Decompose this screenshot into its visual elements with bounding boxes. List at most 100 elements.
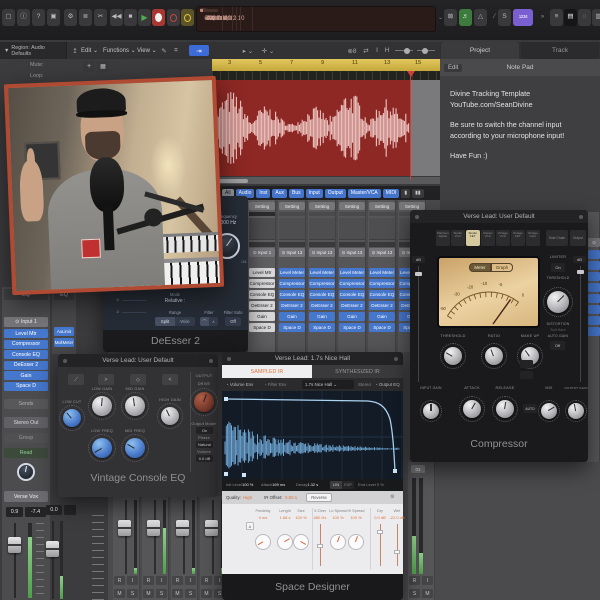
- track-options-button[interactable]: ▦: [97, 61, 109, 72]
- inspector-output-strip[interactable]: EQAuLimitMultMeter: [52, 287, 76, 354]
- note-edit-button[interactable]: Edit: [444, 64, 462, 72]
- channel-setting-button[interactable]: Setting: [369, 202, 395, 210]
- mute-button[interactable]: M: [114, 589, 125, 598]
- main-window-icon[interactable]: ▢: [2, 9, 15, 26]
- channel-input-slot-clipped[interactable]: ⊙: [588, 238, 600, 247]
- mixer-filter-bus[interactable]: Bus: [289, 189, 304, 198]
- model-button-platinum-digital[interactable]: Platinum Digital: [436, 230, 450, 246]
- mixer-filter-mastervca[interactable]: Master/VCA: [348, 189, 381, 198]
- mixer-view-dual-icon[interactable]: ▮▮: [412, 189, 424, 198]
- meter-toggle-graph[interactable]: Graph: [491, 263, 513, 272]
- eq-knob-low-cut[interactable]: [63, 409, 81, 427]
- plugin-slot-levelmtr[interactable]: Level Mtr: [249, 268, 275, 277]
- plugin-slot-gain[interactable]: Gain: [279, 312, 305, 321]
- param-slider-handle[interactable]: [317, 544, 323, 548]
- exp-button[interactable]: EXP: [342, 481, 354, 489]
- filter-env-button[interactable]: ◔ Filter Env: [264, 382, 286, 387]
- mixer-channel-strip[interactable]: Setting⊙ Input 13Level MeterCompressorCo…: [278, 200, 306, 352]
- param-slider-handle[interactable]: [377, 530, 383, 534]
- bar-ruler[interactable]: 3579111315: [212, 59, 440, 71]
- mixer-filter-output[interactable]: Output: [325, 189, 346, 198]
- mute-button[interactable]: M: [201, 589, 212, 598]
- ab-button[interactable]: A: [246, 522, 254, 530]
- eq-knob-high-gain[interactable]: [161, 407, 179, 425]
- output-eq-button[interactable]: ◔ Output EQ: [375, 382, 400, 387]
- channel-eq-thumbnail[interactable]: [369, 218, 395, 240]
- plugin-slot-levelmeter[interactable]: Level Meter: [339, 268, 365, 277]
- input-monitor-button[interactable]: I: [127, 576, 138, 585]
- eq-shape-button[interactable]: >: [98, 374, 114, 385]
- plugin-slot-clipped[interactable]: [588, 272, 600, 281]
- mixer-channel-strip[interactable]: Setting⊙ Input 1Level MtrCompressorConso…: [248, 200, 276, 352]
- plugin-slot-spaced[interactable]: Space D: [279, 323, 305, 332]
- plugin-title-bar[interactable]: Verse Lead: User Default: [410, 210, 588, 223]
- model-button-studio-vca[interactable]: Studio VCA: [451, 230, 465, 246]
- range-split-button[interactable]: Split: [155, 317, 175, 326]
- mixer-filter-midi[interactable]: MIDI: [383, 189, 400, 198]
- record-enable-button[interactable]: R: [143, 576, 154, 585]
- window-dot-left[interactable]: [63, 359, 67, 363]
- mute-button[interactable]: M: [422, 589, 433, 598]
- output-row-value[interactable]: 0.0 dB: [196, 455, 213, 462]
- channel-input-slot[interactable]: ⊙ Input 13: [279, 248, 305, 257]
- window-dot-right[interactable]: [209, 359, 213, 363]
- plugin-slot-deesser2[interactable]: DeEsser 2: [4, 361, 48, 370]
- plugin-slot-compressor[interactable]: Compressor: [249, 279, 275, 288]
- solo-mode-icon[interactable]: S: [498, 9, 511, 26]
- model-button-vintage-opto[interactable]: Vintage Opto: [526, 230, 540, 246]
- plugin-slot-consoleeq[interactable]: Console EQ: [369, 290, 395, 299]
- plugin-slot-levelmtr[interactable]: Level Mtr: [4, 329, 48, 338]
- lists-icon[interactable]: ≡: [550, 9, 563, 26]
- channel-input-slot[interactable]: ⊙ Input 1: [4, 317, 48, 327]
- space-designer-window[interactable]: Verse Lead: 1.7s Nice HallSAMPLED IRSYNT…: [222, 352, 403, 600]
- output-row-value[interactable]: Natural: [196, 441, 213, 448]
- comp-knob-release[interactable]: [496, 400, 514, 418]
- fader-track[interactable]: [183, 500, 185, 574]
- menu-edit[interactable]: Edit ⌄: [81, 42, 98, 59]
- mixer-channel-strip-lower[interactable]: RIMS: [142, 496, 169, 600]
- link-mode-icon[interactable]: ⊗8: [345, 45, 359, 56]
- mixer-channel-strip[interactable]: Setting⊙ Input 13Level MeterCompressorCo…: [338, 200, 366, 352]
- playhead-marker[interactable]: [407, 71, 415, 77]
- plugin-slot-gain[interactable]: Gain: [249, 312, 275, 321]
- param-value[interactable]: -22.0 dB: [383, 515, 411, 520]
- comp-knob-ratio[interactable]: [485, 347, 503, 365]
- channel-setting-button[interactable]: Setting: [279, 202, 305, 210]
- model-button-vintage-fet[interactable]: Vintage FET: [511, 230, 525, 246]
- limiter-on-button[interactable]: On: [551, 263, 565, 272]
- aux-button-2[interactable]: [520, 371, 533, 379]
- channel-input-slot[interactable]: ⊙ Input 13: [339, 248, 365, 257]
- plugin-slot-deesser2[interactable]: DeEsser 2: [279, 301, 305, 310]
- mix-knob[interactable]: [541, 403, 557, 419]
- solo-button[interactable]: S: [409, 589, 420, 598]
- menu-functions[interactable]: Functions ⌄: [103, 42, 136, 59]
- input-slider-handle[interactable]: [415, 272, 422, 276]
- volume-env-button[interactable]: ◔ Volume Env: [226, 382, 253, 387]
- mixer-filter-aux[interactable]: Aux: [272, 189, 287, 198]
- fader-handle[interactable]: [118, 520, 131, 536]
- channel-eq-thumbnail[interactable]: [309, 218, 335, 240]
- tab-project[interactable]: Project: [441, 42, 519, 59]
- meter-toggle-meter[interactable]: Meter: [469, 263, 491, 272]
- note-pads-icon[interactable]: ▤: [564, 9, 577, 26]
- input-monitor-button[interactable]: I: [422, 576, 433, 585]
- plugin-slot-compressor[interactable]: Compressor: [279, 279, 305, 288]
- auto-gain-button[interactable]: Off: [550, 341, 565, 350]
- channel-setting-button[interactable]: Setting: [249, 202, 275, 210]
- stop-button[interactable]: ■: [124, 9, 137, 26]
- fader-track[interactable]: [14, 523, 16, 598]
- marquee-tool-icon[interactable]: ⌗: [171, 45, 181, 56]
- fader-track[interactable]: [154, 500, 156, 574]
- eq-shape-button[interactable]: ◇: [130, 374, 146, 385]
- limiter-threshold-knob[interactable]: [547, 291, 569, 313]
- channel-setting-button[interactable]: Setting: [339, 202, 365, 210]
- input-slider-track[interactable]: [418, 266, 419, 382]
- record-enable-button[interactable]: R: [201, 576, 212, 585]
- comp-knob-threshold[interactable]: [444, 347, 462, 365]
- sends-slot[interactable]: Sends: [4, 399, 48, 409]
- catch-playhead-icon[interactable]: ⇄: [361, 45, 371, 56]
- plugin-slot-levelmeter[interactable]: Level Meter: [279, 268, 305, 277]
- auto-release-button[interactable]: AUTO: [523, 404, 537, 413]
- audio-region[interactable]: [212, 80, 411, 176]
- param-slider-handle[interactable]: [394, 550, 400, 554]
